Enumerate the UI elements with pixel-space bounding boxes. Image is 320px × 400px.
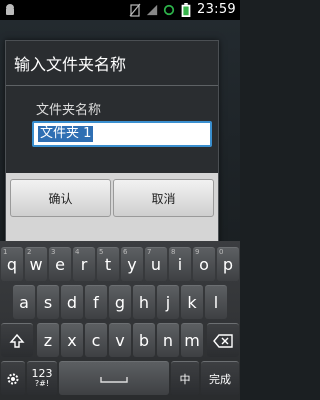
key-p[interactable]: 0p	[217, 247, 239, 281]
symbols-key[interactable]: 123 ?#!	[27, 361, 57, 395]
key-c[interactable]: c	[85, 323, 107, 357]
key-t[interactable]: 5t	[97, 247, 119, 281]
language-key[interactable]: 中	[171, 361, 199, 395]
cancel-button[interactable]: 取消	[113, 179, 214, 217]
sync-icon	[163, 4, 175, 15]
battery-icon	[181, 2, 191, 17]
folder-name-label: 文件夹名称	[36, 103, 102, 118]
key-r[interactable]: 4r	[73, 247, 95, 281]
backspace-key[interactable]	[207, 323, 239, 357]
title-divider	[6, 85, 218, 86]
key-n[interactable]: n	[157, 323, 179, 357]
key-b[interactable]: b	[133, 323, 155, 357]
shift-icon	[9, 333, 25, 348]
key-v[interactable]: v	[109, 323, 131, 357]
key-k[interactable]: k	[181, 285, 203, 319]
selected-input-text: 文件夹 1	[38, 126, 94, 142]
settings-key[interactable]	[1, 361, 25, 395]
shift-key[interactable]	[1, 323, 33, 357]
status-bar: 23:59	[0, 0, 240, 20]
key-a[interactable]: a	[13, 285, 35, 319]
space-key[interactable]	[59, 361, 169, 395]
dialog-title: 输入文件夹名称	[14, 55, 127, 74]
folder-name-dialog: 输入文件夹名称 文件夹名称 文件夹 1 确认 取消	[5, 40, 219, 248]
no-sim-icon	[129, 3, 141, 17]
key-x[interactable]: x	[61, 323, 83, 357]
key-g[interactable]: g	[109, 285, 131, 319]
folder-name-input[interactable]: 文件夹 1	[32, 121, 212, 147]
backspace-icon	[213, 333, 233, 348]
key-m[interactable]: m	[181, 323, 203, 357]
gear-icon	[7, 373, 19, 384]
key-e[interactable]: 3e	[49, 247, 71, 281]
key-z[interactable]: z	[37, 323, 59, 357]
key-l[interactable]: l	[205, 285, 227, 319]
key-f[interactable]: f	[85, 285, 107, 319]
key-s[interactable]: s	[37, 285, 59, 319]
key-h[interactable]: h	[133, 285, 155, 319]
clock: 23:59	[197, 2, 236, 17]
key-o[interactable]: 9o	[193, 247, 215, 281]
space-icon	[100, 376, 128, 383]
key-j[interactable]: j	[157, 285, 179, 319]
dialog-button-bar: 确认 取消	[6, 173, 218, 247]
key-q[interactable]: 1q	[1, 247, 23, 281]
key-w[interactable]: 2w	[25, 247, 47, 281]
key-y[interactable]: 6y	[121, 247, 143, 281]
key-i[interactable]: 8i	[169, 247, 191, 281]
key-d[interactable]: d	[61, 285, 83, 319]
key-u[interactable]: 7u	[145, 247, 167, 281]
confirm-button[interactable]: 确认	[10, 179, 111, 217]
done-key[interactable]: 完成	[201, 361, 239, 395]
soft-keyboard: 1q 2w 3e 4r 5t 6y 7u 8i 9o 0p a s d f g …	[0, 241, 240, 400]
android-icon	[6, 4, 14, 15]
signal-icon	[146, 4, 158, 15]
